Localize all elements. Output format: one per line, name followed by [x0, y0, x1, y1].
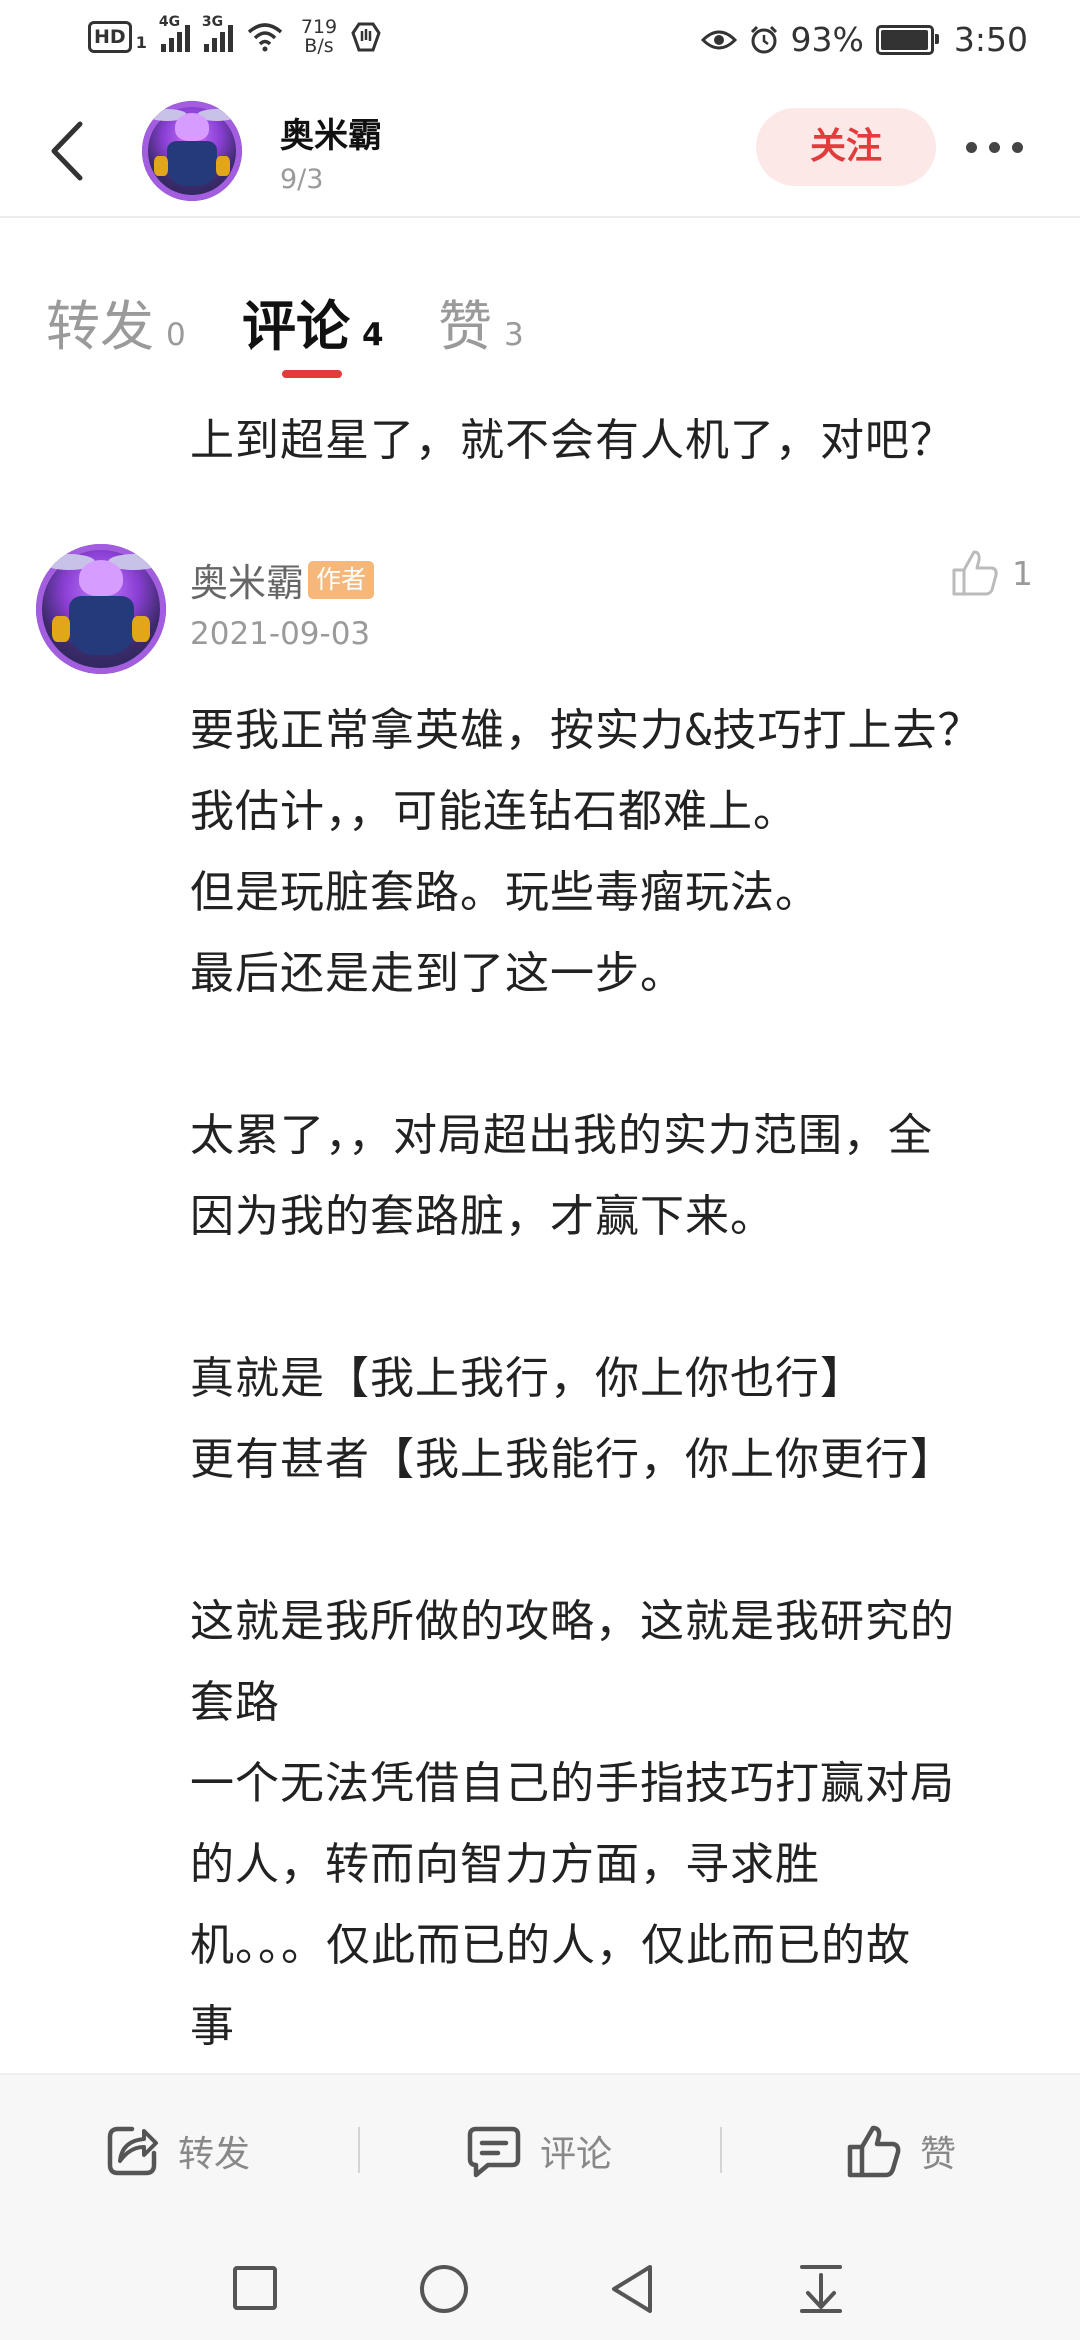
thumbs-up-icon	[847, 2125, 901, 2178]
battery-icon	[875, 24, 939, 55]
home-circle-icon[interactable]	[418, 2263, 470, 2315]
net-speed-unit: B/s	[304, 35, 334, 57]
post-date: 9/3	[280, 164, 324, 195]
comment-date: 2021-09-03	[190, 616, 371, 652]
tab-likes-count: 3	[504, 317, 524, 353]
commenter-name-row: 奥米霸 作者	[190, 552, 375, 607]
status-right: 93% 3:50	[700, 20, 1028, 59]
recents-square-icon[interactable]	[232, 2265, 278, 2311]
signal-icon-2: 3G	[202, 14, 233, 52]
sim-sub: 1	[135, 32, 147, 52]
signal-icon-1: 4G	[159, 14, 190, 52]
action-bar: 转发 评论 赞	[0, 2073, 1080, 2225]
battery-percent: 93%	[790, 20, 864, 59]
tab-comments[interactable]: 评论 4	[242, 282, 384, 361]
commenter-name[interactable]: 奥米霸	[190, 552, 304, 607]
back-arrow-icon[interactable]	[44, 118, 94, 184]
signal-label-1: 4G	[158, 14, 181, 30]
comment-icon	[467, 2126, 521, 2178]
status-bar: HD 1 4G 3G 719 B/s 93% 3:50	[0, 0, 1080, 84]
hand-icon	[351, 22, 381, 52]
author-avatar[interactable]	[142, 101, 242, 201]
thumbs-up-icon	[952, 550, 998, 596]
author-name[interactable]: 奥米霸	[280, 108, 382, 157]
clock: 3:50	[953, 20, 1028, 59]
follow-button[interactable]: 关注	[756, 108, 936, 186]
more-options-icon[interactable]	[966, 142, 1023, 153]
tab-forward-count: 0	[166, 317, 186, 353]
tab-comments-label: 评论	[242, 295, 350, 358]
tab-forward[interactable]: 转发 0	[46, 282, 186, 361]
status-left: HD 1 4G 3G 719 B/s	[88, 14, 381, 56]
comment-body: 要我正常拿英雄，按实力&技巧打上去？ 我估计，，可能连钻石都难上。 但是玩脏套路…	[190, 705, 983, 2052]
forward-button[interactable]: 转发	[104, 2123, 250, 2179]
tab-forward-label: 转发	[46, 295, 154, 358]
divider	[720, 2127, 722, 2173]
tab-comments-count: 4	[362, 317, 384, 353]
active-tab-indicator	[282, 370, 342, 378]
system-nav-bar	[0, 2223, 1080, 2340]
eye-icon	[700, 30, 737, 49]
share-icon	[107, 2126, 158, 2176]
tab-likes-label: 赞	[438, 295, 492, 358]
like-button[interactable]: 赞	[846, 2123, 956, 2179]
comment-button[interactable]: 评论	[466, 2123, 612, 2179]
previous-comment-text: 上到超星了，就不会有人机了，对吧？	[190, 415, 955, 466]
net-speed: 719 B/s	[301, 18, 337, 56]
like-label: 赞	[920, 2134, 957, 2175]
notification-pulldown-icon[interactable]	[798, 2263, 844, 2315]
wifi-icon	[247, 23, 282, 52]
tab-likes[interactable]: 赞 3	[438, 282, 524, 361]
back-triangle-icon[interactable]	[608, 2263, 656, 2315]
hd-indicator: HD	[88, 21, 132, 53]
alarm-icon	[750, 25, 777, 53]
signal-label-2: 3G	[201, 14, 224, 30]
post-header: 奥米霸 9/3 关注	[0, 84, 1080, 218]
comment-label: 评论	[540, 2134, 613, 2175]
comment-like-count: 1	[1012, 553, 1033, 593]
commenter-avatar[interactable]	[36, 544, 166, 674]
comment-like-button[interactable]: 1	[950, 548, 1033, 598]
author-badge: 作者	[308, 560, 375, 599]
forward-label: 转发	[178, 2134, 251, 2175]
divider	[358, 2127, 360, 2173]
